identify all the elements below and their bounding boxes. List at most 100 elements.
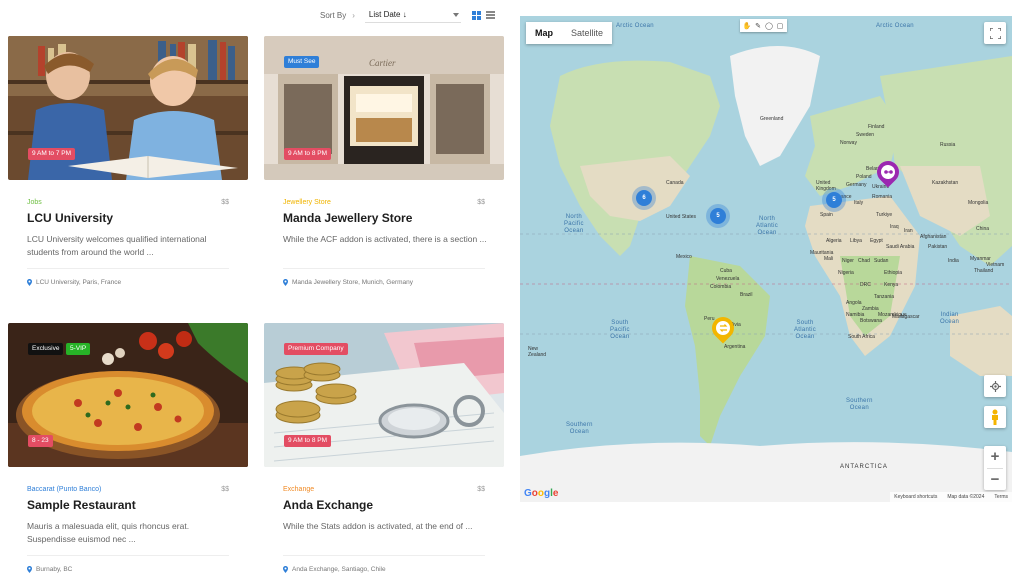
- circle-icon[interactable]: ◯: [765, 22, 773, 30]
- google-logo[interactable]: Google: [524, 488, 558, 499]
- listings-map[interactable]: Arctic Ocean Arctic Ocean North Pacific …: [520, 16, 1012, 502]
- listing-badge: 5-VIP: [66, 343, 91, 355]
- listing-card[interactable]: Exclusive 5-VIP 8 - 23 Baccarat (Punto B…: [8, 323, 248, 576]
- finland-label: Finland: [868, 124, 885, 130]
- chevron-right-icon: ›: [352, 10, 355, 20]
- map-attribution: Keyboard shortcuts Map data ©2024 Terms: [890, 492, 1012, 502]
- location-pin-icon: [283, 566, 288, 573]
- venezuela-label: Venezuela: [716, 276, 740, 282]
- street-view-button[interactable]: [984, 406, 1006, 428]
- grid-icon: [472, 10, 482, 20]
- listings-page: Sort By › List Date ↓ 9 AM to 7 PM Jobs …: [0, 0, 1024, 576]
- colombia-label: Colombia: [710, 284, 732, 290]
- greenland-label: Greenland: [760, 116, 784, 122]
- saudi-arabia-label: Saudi Arabia: [886, 244, 915, 250]
- zoom-in-button[interactable]: +: [984, 446, 1006, 468]
- listing-image[interactable]: 9 AM to 7 PM: [8, 36, 248, 180]
- hand-icon[interactable]: ✋: [743, 22, 752, 30]
- listing-title[interactable]: LCU University: [27, 211, 113, 225]
- listing-card[interactable]: Premium Company 9 AM to 8 PM Exchange $$…: [264, 323, 504, 576]
- drc-label: DRC: [860, 282, 871, 288]
- map-cluster[interactable]: 6: [636, 190, 652, 206]
- iraq-label: Iraq: [890, 224, 899, 230]
- map-data-text: Map data ©2024: [947, 494, 985, 500]
- map-type-satellite-button[interactable]: Satellite: [562, 22, 612, 44]
- antarctica-label: ANTARCTICA: [840, 464, 888, 470]
- divider: [27, 555, 229, 556]
- exchange-icon: [716, 321, 730, 335]
- southern-ocean-label: Southern Ocean: [566, 422, 593, 435]
- listing-category[interactable]: Baccarat (Punto Banco): [27, 486, 101, 493]
- zoom-out-button[interactable]: −: [984, 469, 1006, 491]
- listing-category[interactable]: Exchange: [283, 486, 314, 493]
- listing-card[interactable]: Cartier Must See 9 AM to 8 PM Jewellery …: [264, 36, 504, 292]
- listing-badge: Exclusive: [28, 343, 64, 355]
- opening-hours-badge: 9 AM to 8 PM: [284, 148, 332, 160]
- location-text: Manda Jewellery Store, Munich, Germany: [292, 279, 414, 286]
- romania-label: Romania: [872, 194, 893, 200]
- listing-description: While the ACF addon is activated, there …: [283, 234, 487, 244]
- svg-text:Cartier: Cartier: [369, 58, 396, 68]
- grid-view-button[interactable]: [471, 9, 483, 21]
- listing-category[interactable]: Jobs: [27, 199, 42, 206]
- sort-select[interactable]: List Date ↓: [364, 7, 461, 23]
- pegman-icon: [992, 409, 998, 425]
- map-cluster[interactable]: 5: [826, 192, 842, 208]
- madagascar-label: Madagascar: [892, 314, 920, 320]
- listing-location[interactable]: Anda Exchange, Santiago, Chile: [283, 566, 386, 573]
- listing-image[interactable]: Exclusive 5-VIP 8 - 23: [8, 323, 248, 467]
- kenya-label: Kenya: [884, 282, 899, 288]
- divider: [283, 268, 485, 269]
- keyboard-shortcuts-link[interactable]: Keyboard shortcuts: [894, 494, 937, 500]
- libya-label: Libya: [850, 238, 862, 244]
- listing-badge: Premium Company: [284, 343, 348, 355]
- listing-toolbar: Sort By › List Date ↓: [320, 6, 497, 24]
- crosshair-icon: [989, 380, 1001, 392]
- brazil-label: Brazil: [740, 292, 753, 298]
- fullscreen-button[interactable]: [984, 22, 1006, 44]
- listing-location[interactable]: Manda Jewellery Store, Munich, Germany: [283, 279, 413, 286]
- listing-image[interactable]: Premium Company 9 AM to 8 PM: [264, 323, 504, 467]
- opening-hours-badge: 9 AM to 8 PM: [284, 435, 332, 447]
- sort-value: List Date ↓: [368, 10, 407, 19]
- drawing-tools: ✋ ✎ ◯ ▢: [740, 19, 787, 32]
- listing-title[interactable]: Sample Restaurant: [27, 498, 136, 512]
- listing-title[interactable]: Manda Jewellery Store: [283, 211, 412, 225]
- terms-link[interactable]: Terms: [994, 494, 1008, 500]
- afghanistan-label: Afghanistan: [920, 234, 947, 240]
- map-cluster[interactable]: 5: [710, 208, 726, 224]
- mongolia-label: Mongolia: [968, 200, 989, 206]
- china-label: China: [976, 226, 990, 232]
- south-atlantic-ocean-label: South Atlantic Ocean: [794, 320, 817, 340]
- opening-hours-badge: 9 AM to 7 PM: [28, 148, 76, 160]
- new-zealand-label: New Zealand: [528, 346, 547, 358]
- listing-title[interactable]: Anda Exchange: [283, 498, 373, 512]
- north-pacific-ocean-label: North Pacific Ocean: [564, 214, 584, 234]
- square-icon[interactable]: ▢: [776, 22, 784, 30]
- world-map: [520, 16, 1012, 502]
- ethiopia-label: Ethiopia: [884, 270, 903, 276]
- botswana-label: Botswana: [860, 318, 882, 324]
- listing-location[interactable]: Burnaby, BC: [27, 566, 72, 573]
- listing-category[interactable]: Jewellery Store: [283, 199, 331, 206]
- indian-ocean-label: Indian Ocean: [940, 312, 960, 325]
- listing-card[interactable]: 9 AM to 7 PM Jobs $$ LCU University LCU …: [8, 36, 248, 292]
- norway-label: Norway: [840, 140, 857, 146]
- price-range: $$: [477, 199, 485, 206]
- listing-image[interactable]: Cartier Must See 9 AM to 8 PM: [264, 36, 504, 180]
- south-pacific-ocean-label: South Pacific Ocean: [610, 320, 630, 340]
- my-location-button[interactable]: [984, 375, 1006, 397]
- germany-label: Germany: [846, 182, 867, 188]
- divider: [283, 555, 485, 556]
- list-view-button[interactable]: [485, 9, 497, 21]
- draw-icon[interactable]: ✎: [754, 22, 762, 30]
- map-type-map-button[interactable]: Map: [526, 22, 562, 44]
- nigeria-label: Nigeria: [838, 270, 854, 276]
- zambia-label: Zambia: [862, 306, 879, 312]
- listing-location[interactable]: LCU University, Paris, France: [27, 279, 121, 286]
- thailand-label: Thailand: [974, 268, 994, 274]
- location-pin-icon: [27, 566, 32, 573]
- divider: [27, 268, 229, 269]
- italy-label: Italy: [854, 200, 864, 206]
- price-range: $$: [477, 486, 485, 493]
